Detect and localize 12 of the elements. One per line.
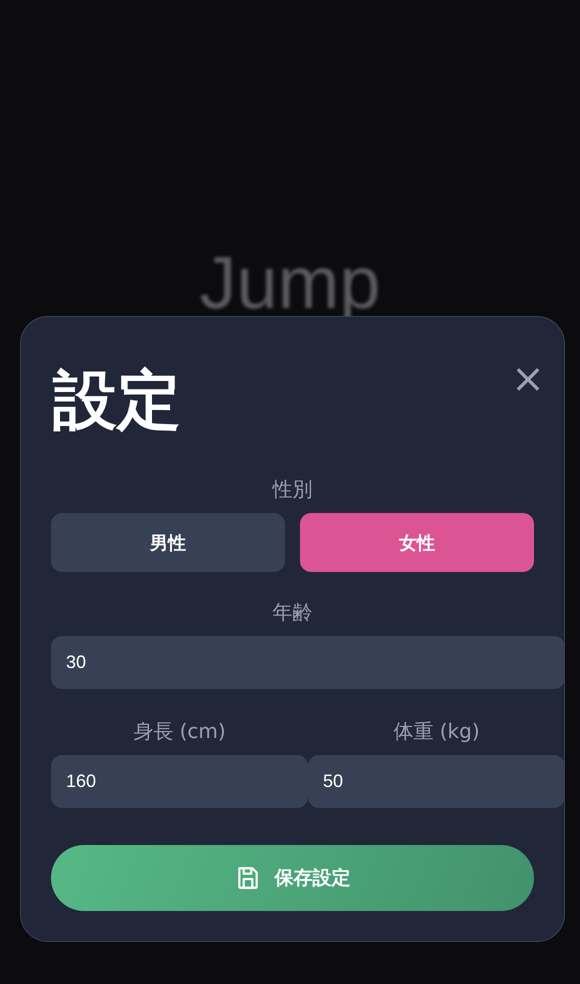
- input-field[interactable]: 30: [51, 636, 565, 689]
- gender-option[interactable]: 女性: [300, 513, 534, 572]
- input-field[interactable]: 50: [308, 755, 565, 808]
- input-field[interactable]: 160: [51, 755, 308, 808]
- field-label: 体重 (kg): [392, 718, 481, 745]
- field-label: 年齢: [272, 599, 314, 626]
- gender-option[interactable]: 男性: [51, 513, 285, 572]
- background-title: Jump: [200, 240, 380, 320]
- field-label: 性別: [271, 476, 314, 503]
- close-button[interactable]: ×: [510, 359, 546, 399]
- dialog-title: 設定: [53, 363, 181, 440]
- field-label: 身長 (cm): [132, 718, 227, 745]
